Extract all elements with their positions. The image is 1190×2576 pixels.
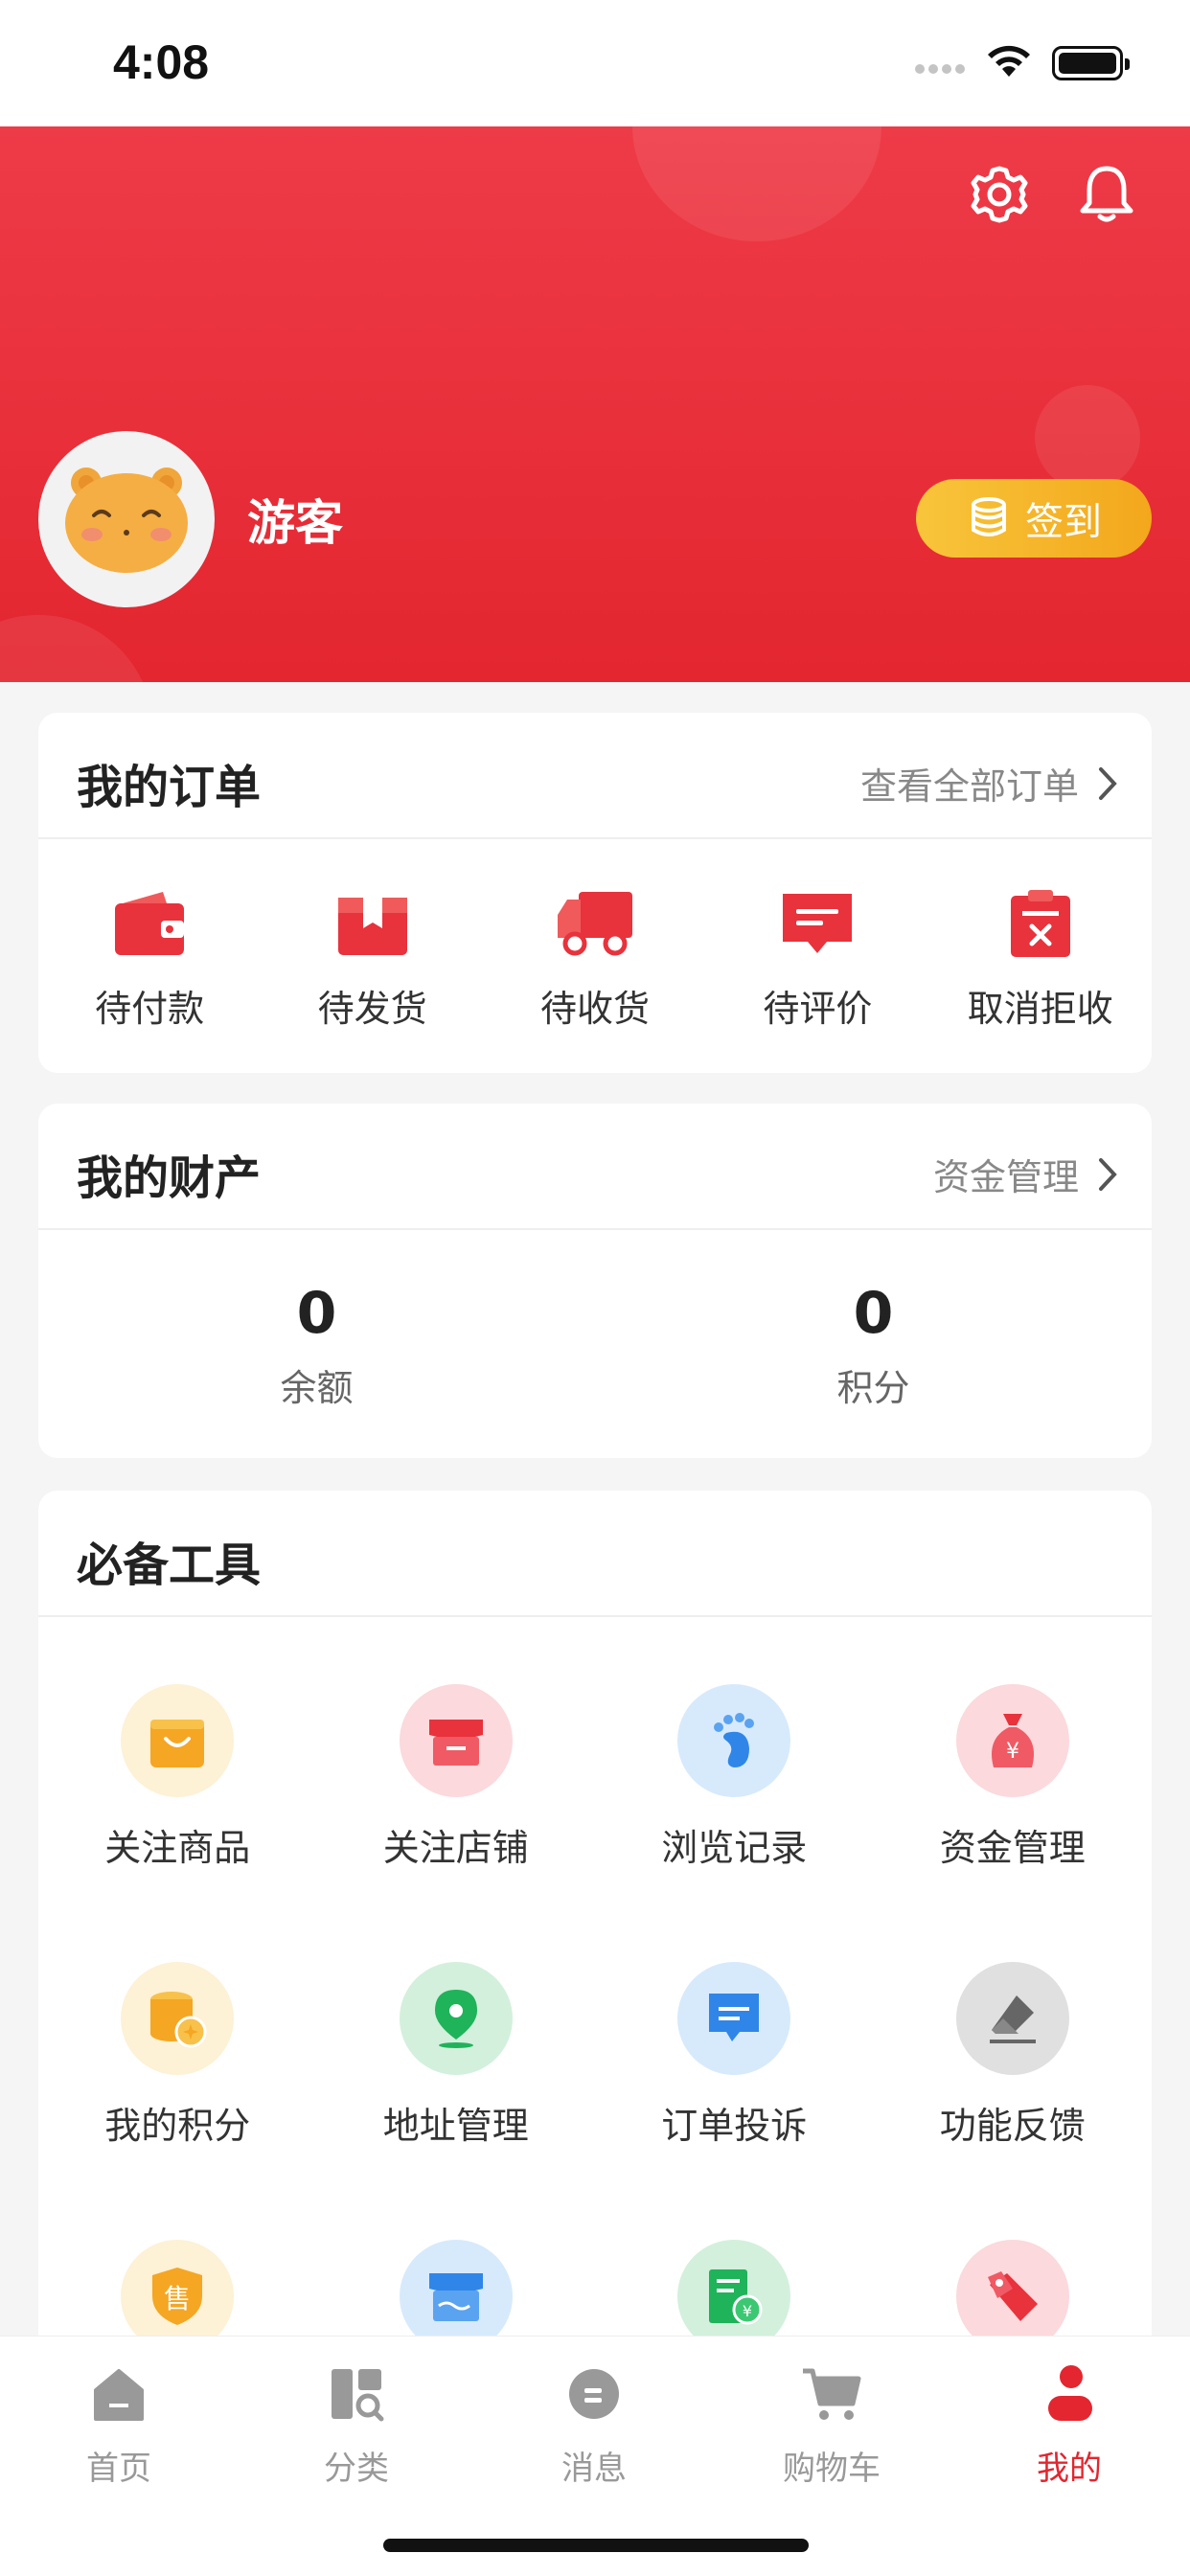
tab-category[interactable]: 分类	[238, 2356, 475, 2489]
order-to-review[interactable]: 待评价	[721, 885, 913, 1032]
wifi-icon	[988, 45, 1030, 77]
view-all-orders-link[interactable]: 查看全部订单	[860, 757, 1117, 809]
signal-icon	[915, 59, 969, 78]
store-icon	[428, 1720, 483, 1766]
package-icon	[337, 892, 407, 955]
username[interactable]: 游客	[247, 485, 343, 554]
svg-text:¥: ¥	[743, 2302, 752, 2320]
cart-icon	[803, 2368, 861, 2420]
tool-feedback[interactable]: 功能反馈	[874, 1962, 1153, 2240]
profile-icon	[1048, 2365, 1092, 2421]
tool-label: 浏览记录	[661, 1827, 808, 1869]
status-bar: 4:08	[0, 0, 1190, 126]
footprint-icon	[714, 1713, 755, 1767]
coupon-icon	[987, 2271, 1038, 2321]
tool-label: 订单投诉	[661, 2105, 808, 2147]
after-sale-shield-icon: 售	[152, 2268, 203, 2325]
category-icon	[332, 2369, 384, 2422]
coins-icon	[972, 497, 1006, 536]
truck-icon	[557, 892, 632, 956]
svg-text:¥: ¥	[1006, 1740, 1019, 1764]
assets-header: 我的财产 资金管理	[38, 1104, 1152, 1230]
order-item-label: 待评价	[763, 988, 873, 1030]
balance-label: 余额	[280, 1367, 354, 1409]
tab-label: 购物车	[783, 2450, 881, 2488]
order-cancel-reject[interactable]: 取消拒收	[945, 885, 1136, 1032]
orders-title: 我的订单	[77, 761, 262, 814]
coins-icon	[150, 1992, 207, 2048]
order-to-ship[interactable]: 待发货	[277, 885, 469, 1032]
bell-icon[interactable]	[1073, 161, 1140, 228]
money-bag-icon: ¥	[991, 1714, 1034, 1767]
chevron-right-icon	[1099, 766, 1117, 800]
points-label: 积分	[836, 1367, 910, 1409]
tool-address-management[interactable]: 地址管理	[317, 1962, 596, 2240]
orders-card: 我的订单 查看全部订单 待付款 待发货 待收货 待评价 取消拒收	[38, 713, 1152, 1073]
wallet-icon	[115, 892, 185, 955]
order-item-label: 待收货	[539, 988, 650, 1030]
tool-order-complaint[interactable]: 订单投诉	[595, 1962, 874, 2240]
signin-button[interactable]: 签到	[916, 479, 1152, 558]
eraser-icon	[989, 1995, 1036, 2043]
review-icon	[783, 894, 853, 953]
tool-followed-products[interactable]: 关注商品	[38, 1684, 317, 1962]
message-icon	[569, 2369, 619, 2419]
tool-label: 功能反馈	[939, 2105, 1086, 2147]
receipt-icon: ¥	[709, 2269, 763, 2325]
tab-profile[interactable]: 我的	[950, 2356, 1188, 2489]
fund-management-link[interactable]: 资金管理	[933, 1148, 1117, 1200]
assets-card: 我的财产 资金管理 0 余额 0 积分	[38, 1104, 1152, 1458]
settings-icon[interactable]	[966, 161, 1033, 228]
tools-title: 必备工具	[77, 1539, 262, 1592]
tool-label: 关注店铺	[382, 1827, 529, 1869]
home-indicator	[383, 2539, 809, 2552]
order-item-label: 取消拒收	[967, 988, 1113, 1030]
tab-cart[interactable]: 购物车	[713, 2356, 950, 2489]
order-pending-payment[interactable]: 待付款	[54, 885, 245, 1032]
signin-label: 签到	[1025, 500, 1102, 544]
tool-browse-history[interactable]: 浏览记录	[595, 1684, 874, 1962]
tool-label: 资金管理	[939, 1827, 1086, 1869]
orders-header: 我的订单 查看全部订单	[38, 713, 1152, 839]
tab-messages[interactable]: 消息	[475, 2356, 713, 2489]
tab-label: 我的	[1037, 2450, 1102, 2488]
tool-fund-management[interactable]: ¥ 资金管理	[874, 1684, 1153, 1962]
battery-icon	[1052, 46, 1130, 80]
balance-stat[interactable]: 0 余额	[38, 1230, 595, 1411]
tool-my-points[interactable]: 我的积分	[38, 1962, 317, 2240]
fund-management-label: 资金管理	[932, 1156, 1079, 1198]
cancel-clipboard-icon	[1010, 890, 1070, 957]
tab-label: 消息	[561, 2450, 627, 2488]
location-pin-icon	[434, 1990, 477, 2048]
tool-label: 关注商品	[104, 1827, 251, 1869]
assets-title: 我的财产	[77, 1151, 262, 1205]
tab-home[interactable]: 首页	[0, 2356, 238, 2489]
view-all-orders-label: 查看全部订单	[859, 765, 1079, 808]
chat-bubble-icon	[709, 1994, 760, 2041]
order-item-label: 待付款	[95, 988, 205, 1030]
tool-label: 我的积分	[104, 2105, 251, 2147]
shopping-bag-icon	[150, 1720, 205, 1767]
tab-label: 首页	[86, 2450, 151, 2488]
points-stat[interactable]: 0 积分	[595, 1230, 1152, 1411]
tab-label: 分类	[324, 2450, 389, 2488]
bear-avatar-icon	[65, 467, 188, 573]
shop-icon	[428, 2273, 483, 2321]
status-time: 4:08	[113, 35, 210, 89]
svg-text:售: 售	[164, 2283, 191, 2314]
points-value: 0	[853, 1280, 894, 1347]
order-to-receive[interactable]: 待收货	[499, 885, 691, 1032]
tool-followed-stores[interactable]: 关注店铺	[317, 1684, 596, 1962]
home-icon	[94, 2369, 144, 2421]
tools-card: 必备工具 关注商品 关注店铺 浏览记录 ¥ 资金管理 我的积分 地址管理 订单投…	[38, 1491, 1152, 2353]
order-item-label: 待发货	[317, 988, 427, 1030]
tools-header: 必备工具	[38, 1491, 1152, 1617]
balance-value: 0	[296, 1280, 337, 1347]
chevron-right-icon	[1099, 1157, 1117, 1191]
profile-header: 游客 签到	[0, 126, 1190, 682]
avatar[interactable]	[38, 431, 215, 607]
tool-label: 地址管理	[382, 2105, 529, 2147]
